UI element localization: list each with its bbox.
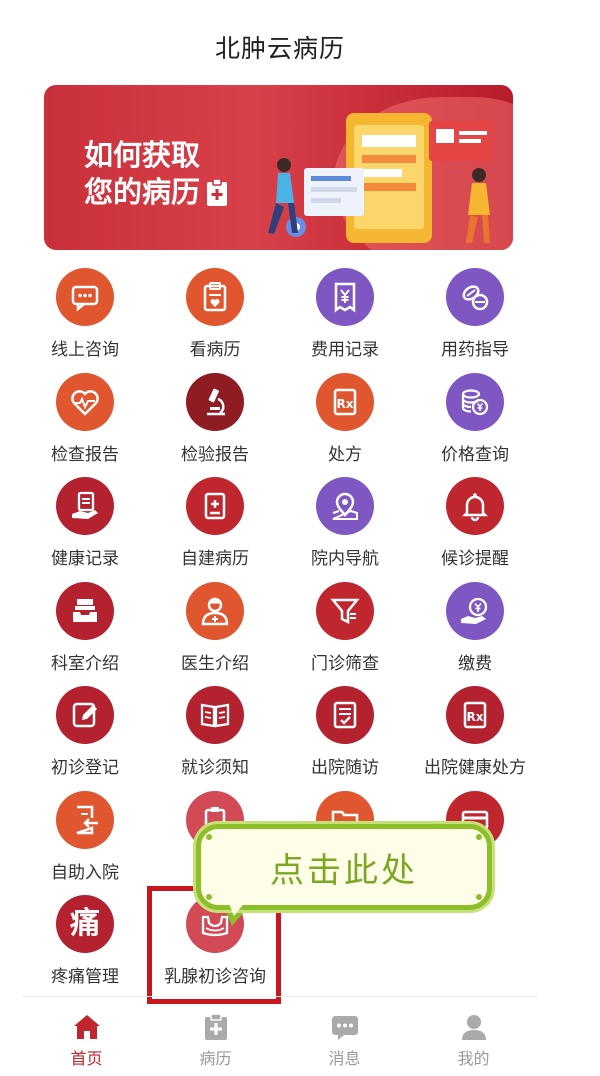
tab-label: 消息 [328, 1049, 361, 1068]
grid-item[interactable]: 检验报告 [150, 372, 280, 473]
hand-yen-icon [446, 581, 504, 640]
callout-text: 点击此处 [270, 850, 418, 891]
grid-item-label: 自建病历 [181, 549, 249, 569]
banner-line-1: 如何获取 [84, 138, 201, 172]
grid-item-label: 处方 [328, 444, 362, 465]
grid-item[interactable]: 院内导航 [280, 477, 410, 577]
yen-receipt-icon [316, 268, 374, 326]
tab-label: 病历 [199, 1049, 232, 1068]
grid-item-label: 检验报告 [181, 444, 249, 465]
bottom-tab-bar: 首页 病历 消息 我的 [22, 996, 538, 1076]
grid-item-label: 候诊提醒 [441, 549, 509, 569]
grid-item-label: 价格查询 [441, 444, 509, 465]
grid-item[interactable]: 价格查询 [410, 372, 540, 473]
grid-item-label: 初诊登记 [51, 758, 119, 778]
grid-item-label: 科室介绍 [51, 653, 119, 674]
record-heart-icon [186, 268, 244, 326]
map-pin-icon [316, 477, 374, 535]
grid-item[interactable]: 健康记录 [20, 477, 150, 577]
banner-text: 如何获取 您的病历 [84, 137, 228, 211]
grid-item[interactable]: 自建病历 [150, 477, 280, 577]
clipboard-plus-icon [207, 178, 228, 206]
grid-item[interactable]: 门诊筛查 [280, 581, 410, 682]
heart-pulse-icon [56, 372, 114, 431]
person-icon [461, 1015, 486, 1040]
rx-icon: Rx [316, 372, 374, 431]
grid-item-label: 自助入院 [51, 862, 119, 883]
tab-home[interactable]: 首页 [22, 997, 151, 1076]
add-record-icon [186, 477, 244, 535]
promo-banner[interactable]: 如何获取 您的病历 [44, 85, 513, 250]
grid-item-label: 院内导航 [311, 549, 379, 569]
grid-item-label: 缴费 [458, 653, 492, 674]
grid-item[interactable]: 候诊提醒 [410, 477, 540, 577]
grid-item[interactable]: 线上咨询 [20, 268, 150, 368]
chat-icon [56, 268, 114, 326]
grid-item-label: 线上咨询 [51, 340, 119, 360]
grid-item-label: 用药指导 [441, 340, 509, 360]
grid-item-label: 出院健康处方 [424, 758, 526, 778]
pills-icon [446, 268, 504, 326]
grid-item[interactable]: 用药指导 [410, 268, 540, 368]
grid-item[interactable]: Rx 处方 [280, 372, 410, 473]
click-here-callout: 点击此处 [196, 824, 492, 926]
funnel-icon [316, 581, 374, 640]
grid-item[interactable]: 初诊登记 [20, 686, 150, 786]
grid-item-label: 疼痛管理 [51, 967, 119, 987]
grid-item[interactable]: 检查报告 [20, 372, 150, 473]
grid-item-label: 就诊须知 [181, 758, 249, 778]
tray-icon [56, 581, 114, 640]
microscope-icon [186, 372, 244, 431]
grid-item[interactable]: 痛疼痛管理 [20, 895, 150, 995]
tab-medical-record[interactable]: 病历 [151, 997, 280, 1076]
grid-item-label: 看病历 [189, 340, 241, 360]
grid-item[interactable]: 出院随访 [280, 686, 410, 786]
rx-icon: Rx [446, 686, 504, 744]
grid-item-label: 费用记录 [311, 340, 379, 360]
home-icon [73, 1015, 100, 1039]
pain-glyph-icon: 痛 [56, 895, 114, 953]
book-icon [186, 686, 244, 744]
tab-messages[interactable]: 消息 [280, 997, 409, 1076]
grid-item[interactable]: 费用记录 [280, 268, 410, 368]
page-title: 北肿云病历 [214, 34, 345, 63]
grid-item[interactable]: 缴费 [410, 581, 540, 682]
tab-label: 首页 [70, 1049, 103, 1068]
coins-icon [446, 372, 504, 431]
grid-item[interactable]: 科室介绍 [20, 581, 150, 682]
banner-line-2: 您的病历 [84, 175, 201, 209]
edit-icon [56, 686, 114, 744]
tab-label: 我的 [457, 1049, 490, 1068]
medical-record-icon [204, 1013, 227, 1040]
checklist-icon [316, 686, 374, 744]
tab-profile[interactable]: 我的 [409, 997, 538, 1076]
grid-item[interactable]: 就诊须知 [150, 686, 280, 786]
grid-item[interactable]: 看病历 [150, 268, 280, 368]
svg-text:Rx: Rx [467, 710, 484, 724]
grid-item-label: 检查报告 [51, 444, 119, 465]
svg-text:Rx: Rx [337, 397, 354, 411]
banner-illustration [268, 113, 493, 243]
bell-icon [446, 477, 504, 535]
app-header: 北肿云病历 [0, 0, 560, 84]
grid-item-label: 门诊筛查 [311, 653, 379, 674]
grid-item-label: 健康记录 [51, 549, 119, 569]
grid-item-label: 出院随访 [311, 758, 379, 778]
admit-icon [56, 790, 114, 849]
grid-item[interactable]: Rx 出院健康处方 [410, 686, 540, 786]
hand-document-icon [56, 477, 114, 535]
pain-glyph: 痛 [70, 906, 100, 941]
message-icon [331, 1016, 358, 1040]
doctor-icon [186, 581, 244, 640]
grid-item[interactable]: 医生介绍 [150, 581, 280, 682]
grid-item-label: 医生介绍 [181, 653, 249, 674]
grid-item[interactable]: 自助入院 [20, 790, 150, 891]
